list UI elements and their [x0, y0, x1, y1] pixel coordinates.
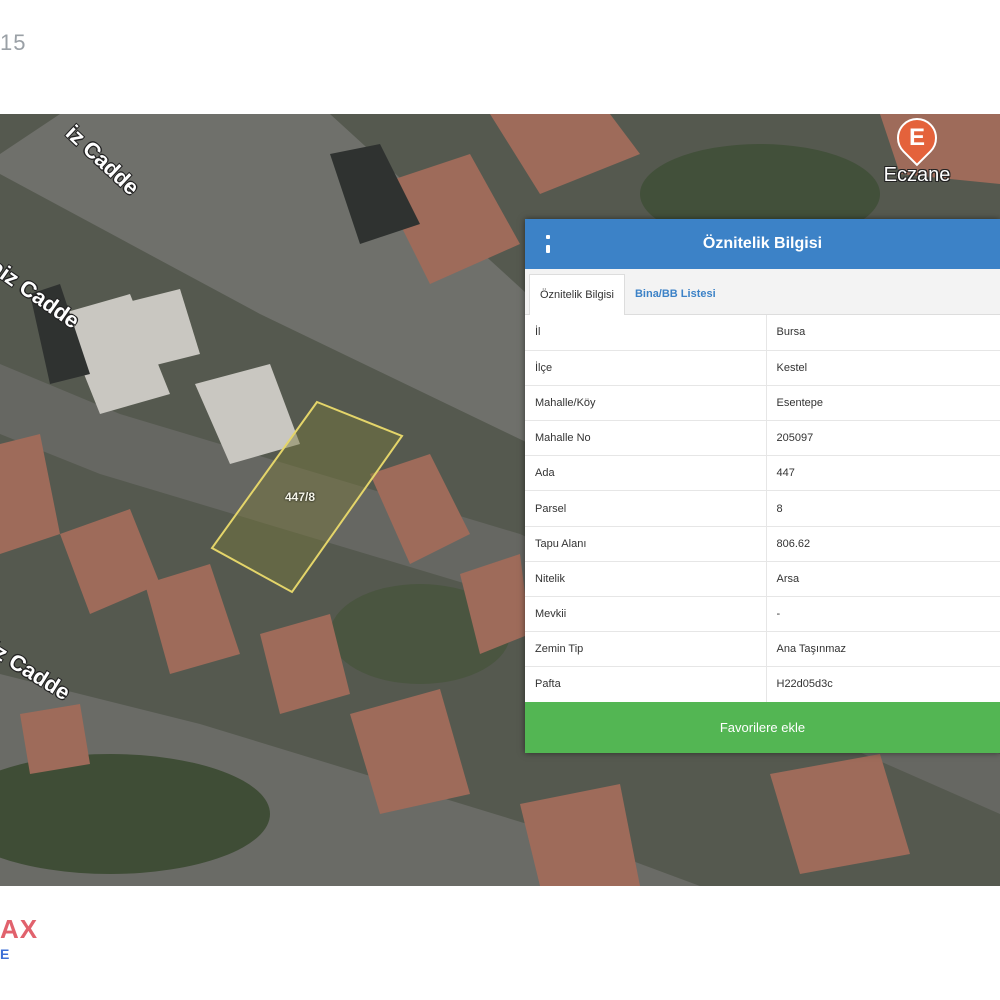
parcel-label: 447/8: [285, 490, 316, 504]
attribute-value: Ana Taşınmaz: [766, 631, 1000, 668]
table-row: Mahalle No 205097: [525, 420, 1000, 457]
attribute-key: İlçe: [525, 350, 767, 386]
panel-header: Öznitelik Bilgisi: [525, 219, 1000, 269]
brand-subtext: E: [0, 946, 10, 962]
attribute-value: Kestel: [766, 350, 1000, 386]
attribute-key: Mahalle/Köy: [525, 385, 767, 422]
attribute-panel: Öznitelik Bilgisi Öznitelik Bilgisi Bina…: [525, 219, 1000, 753]
attribute-value: Esentepe: [766, 385, 1000, 422]
brand-logo-text: AX: [0, 914, 39, 944]
attribute-value: H22d05d3c: [766, 666, 1000, 703]
attribute-value: -: [766, 596, 1000, 633]
tab-building-list[interactable]: Bina/BB Listesi: [625, 274, 726, 314]
pharmacy-pin-icon: E: [888, 114, 946, 167]
table-row: Tapu Alanı 806.62: [525, 526, 1000, 562]
attribute-key: Tapu Alanı: [525, 526, 767, 562]
pharmacy-poi[interactable]: E Eczane: [872, 114, 962, 187]
attribute-key: Zemin Tip: [525, 631, 767, 668]
table-row: Mahalle/Köy Esentepe: [525, 385, 1000, 422]
table-row: Nitelik Arsa: [525, 561, 1000, 598]
attribute-value: 8: [766, 490, 1000, 527]
attribute-value: 447: [766, 455, 1000, 492]
table-row: Pafta H22d05d3c: [525, 666, 1000, 703]
table-row: Zemin Tip Ana Taşınmaz: [525, 631, 1000, 668]
attribute-key: Nitelik: [525, 561, 767, 598]
attribute-key: Pafta: [525, 666, 767, 703]
table-row: İlçe Kestel: [525, 350, 1000, 386]
attribute-key: Parsel: [525, 490, 767, 527]
attribute-value: Arsa: [766, 561, 1000, 598]
attribute-key: İl: [525, 315, 767, 351]
table-row: Mevkii -: [525, 596, 1000, 633]
attribute-value: Bursa: [766, 315, 1000, 351]
more-vertical-icon[interactable]: [543, 235, 553, 253]
corner-number: 15: [0, 30, 27, 55]
table-row: İl Bursa: [525, 315, 1000, 351]
attribute-key: Mahalle No: [525, 420, 767, 457]
tab-attribute-info[interactable]: Öznitelik Bilgisi: [529, 274, 625, 315]
panel-tabs: Öznitelik Bilgisi Bina/BB Listesi: [525, 269, 1000, 315]
poi-letter: E: [908, 124, 926, 152]
attribute-key: Mevkii: [525, 596, 767, 633]
poi-label: Eczane: [883, 164, 951, 186]
attribute-value: 806.62: [766, 526, 1000, 562]
attribute-key: Ada: [525, 455, 767, 492]
attribute-table: İl Bursa İlçe Kestel Mahalle/Köy Esentepe Maha…: [525, 315, 1000, 703]
add-to-favorites-button[interactable]: Favorilere ekle: [525, 702, 1000, 753]
table-row: Parsel 8: [525, 490, 1000, 527]
attribute-value: 205097: [766, 420, 1000, 457]
table-row: Ada 447: [525, 455, 1000, 492]
panel-title: Öznitelik Bilgisi: [702, 235, 823, 252]
